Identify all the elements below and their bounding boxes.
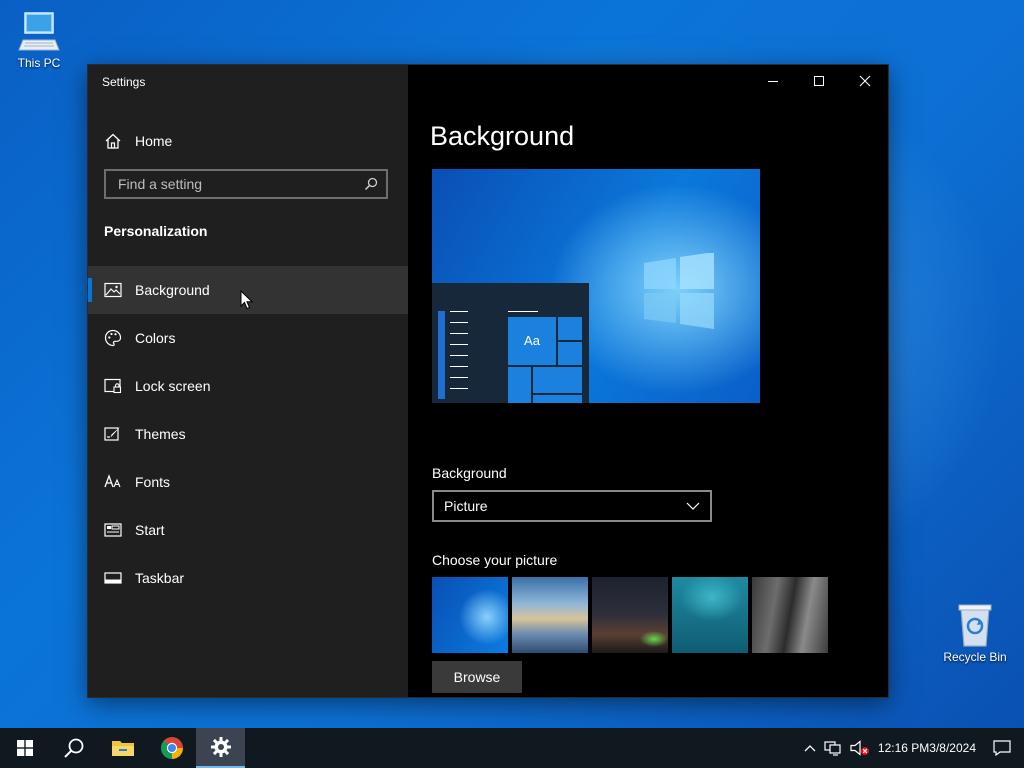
nav-item-fonts[interactable]: Fonts bbox=[88, 458, 408, 506]
thumbnail-underwater[interactable] bbox=[672, 577, 748, 653]
computer-icon bbox=[18, 12, 60, 51]
start-button[interactable] bbox=[0, 728, 49, 768]
nav-list: Background Colors Lock screen Themes Fon… bbox=[88, 266, 408, 602]
nav-item-label: Background bbox=[135, 282, 210, 298]
nav-item-start[interactable]: Start bbox=[88, 506, 408, 554]
volume-button[interactable] bbox=[846, 728, 874, 768]
nav-item-label: Start bbox=[135, 522, 165, 538]
nav-item-taskbar[interactable]: Taskbar bbox=[88, 554, 408, 602]
chrome-button[interactable] bbox=[147, 728, 196, 768]
nav-item-label: Fonts bbox=[135, 474, 171, 490]
nav-item-label: Lock screen bbox=[135, 378, 211, 394]
nav-item-label: Themes bbox=[135, 426, 186, 442]
palette-icon bbox=[104, 329, 122, 347]
background-type-label: Background bbox=[432, 465, 507, 481]
thumbnail-night-sky[interactable] bbox=[592, 577, 668, 653]
search-icon bbox=[63, 738, 83, 758]
search-taskbar-button[interactable] bbox=[49, 728, 98, 768]
notification-icon bbox=[993, 740, 1011, 756]
background-type-value: Picture bbox=[444, 498, 488, 514]
thumbnail-beach-rocks[interactable] bbox=[512, 577, 588, 653]
gear-icon bbox=[210, 737, 231, 757]
search-input[interactable] bbox=[116, 175, 364, 193]
search-box[interactable] bbox=[104, 169, 388, 199]
nav-item-lock-screen[interactable]: Lock screen bbox=[88, 362, 408, 410]
nav-home-label: Home bbox=[135, 133, 173, 149]
section-title: Personalization bbox=[104, 223, 208, 239]
background-type-dropdown[interactable]: Picture bbox=[432, 490, 712, 522]
this-pc-label: This PC bbox=[17, 56, 61, 70]
thumbnail-windows-light[interactable] bbox=[432, 577, 508, 653]
nav-home[interactable]: Home bbox=[104, 129, 172, 153]
windows-logo-icon bbox=[16, 740, 33, 756]
home-icon bbox=[105, 133, 121, 149]
chrome-icon bbox=[160, 737, 183, 759]
lock-screen-icon bbox=[104, 377, 122, 395]
network-icon bbox=[824, 741, 841, 756]
folder-icon bbox=[111, 741, 134, 756]
browse-button[interactable]: Browse bbox=[432, 661, 522, 693]
clock-time: 12:16 PM bbox=[877, 740, 930, 755]
minimize-icon bbox=[768, 81, 778, 82]
search-icon[interactable] bbox=[364, 177, 378, 191]
settings-taskbar-button[interactable] bbox=[196, 728, 245, 768]
close-button[interactable] bbox=[842, 65, 888, 97]
maximize-button[interactable] bbox=[796, 65, 842, 97]
thumbnail-rock-cliff[interactable] bbox=[752, 577, 828, 653]
mouse-cursor-icon bbox=[240, 290, 254, 310]
desktop-icon-recycle-bin[interactable]: Recycle Bin bbox=[940, 602, 1010, 664]
clock[interactable]: 12:16 PM 3/8/2024 bbox=[874, 728, 980, 768]
background-preview: Aa bbox=[432, 169, 760, 403]
picture-icon bbox=[104, 281, 122, 299]
chevron-down-icon bbox=[686, 502, 700, 510]
preview-tile-text: Aa bbox=[524, 333, 540, 348]
caption-buttons bbox=[750, 65, 888, 97]
picture-thumbnails bbox=[432, 577, 828, 653]
network-button[interactable] bbox=[820, 728, 846, 768]
chevron-up-icon bbox=[804, 745, 816, 752]
close-icon bbox=[859, 75, 871, 87]
settings-window: Settings Home Personalization Backgro bbox=[88, 65, 888, 697]
volume-muted-icon bbox=[850, 740, 869, 756]
content-pane: Background Aa Background Picture Choose … bbox=[408, 65, 888, 697]
sidebar: Settings Home Personalization Backgro bbox=[88, 65, 408, 697]
recycle-bin-icon bbox=[958, 604, 992, 647]
maximize-icon bbox=[814, 76, 824, 86]
choose-picture-label: Choose your picture bbox=[432, 552, 558, 568]
recycle-bin-label: Recycle Bin bbox=[943, 650, 1007, 664]
desktop-icon-this-pc[interactable]: This PC bbox=[4, 10, 74, 70]
nav-item-label: Colors bbox=[135, 330, 176, 346]
clock-date: 3/8/2024 bbox=[929, 740, 976, 755]
taskbar-icon bbox=[104, 569, 122, 587]
action-center-button[interactable] bbox=[980, 728, 1024, 768]
window-title: Settings bbox=[102, 75, 146, 89]
system-tray: 12:16 PM 3/8/2024 bbox=[800, 728, 1024, 768]
preview-start-menu: Aa bbox=[432, 283, 589, 403]
show-hidden-icons-button[interactable] bbox=[800, 728, 820, 768]
nav-item-label: Taskbar bbox=[135, 570, 185, 586]
start-icon bbox=[104, 521, 122, 539]
file-explorer-button[interactable] bbox=[98, 728, 147, 768]
page-title: Background bbox=[430, 121, 575, 151]
fonts-icon bbox=[104, 473, 122, 491]
minimize-button[interactable] bbox=[750, 65, 796, 97]
taskbar: 12:16 PM 3/8/2024 bbox=[0, 728, 1024, 768]
themes-brush-icon bbox=[104, 425, 122, 443]
windows-logo-light-icon bbox=[644, 253, 714, 329]
nav-item-themes[interactable]: Themes bbox=[88, 410, 408, 458]
nav-item-colors[interactable]: Colors bbox=[88, 314, 408, 362]
